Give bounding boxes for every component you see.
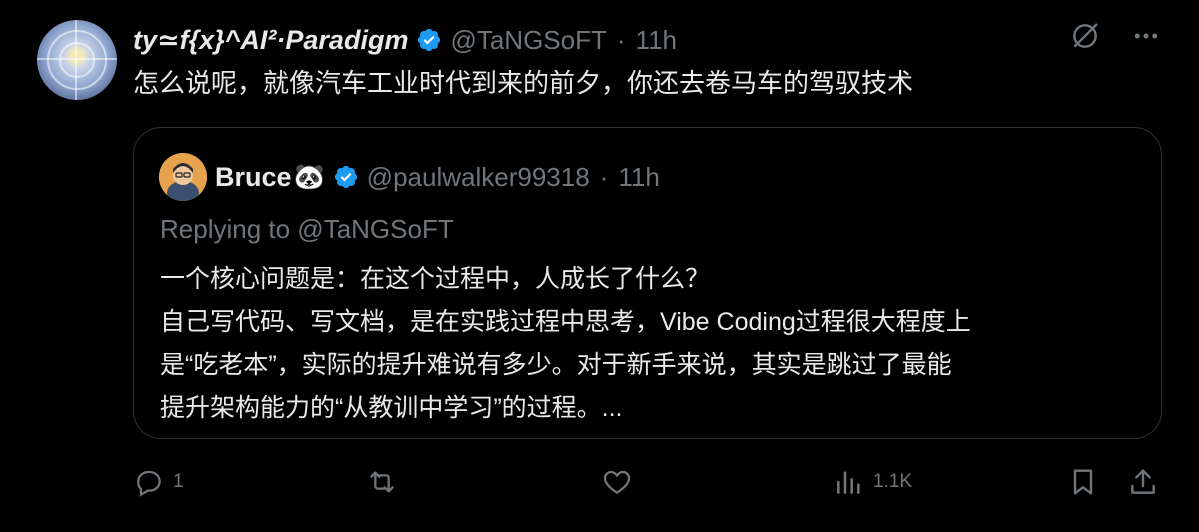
tweet-action-bar: 1 1.1K: [133, 466, 1161, 506]
reply-icon: [137, 470, 161, 497]
panda-emoji: 🐼: [293, 162, 325, 191]
like-icon: [603, 470, 631, 494]
quoted-author-avatar[interactable]: [159, 153, 207, 201]
bookmark-button[interactable]: [1067, 466, 1099, 498]
quoted-author-display-name[interactable]: Bruce: [215, 162, 292, 193]
views-button[interactable]: 1.1K: [833, 466, 912, 498]
grok-icon[interactable]: [1069, 20, 1101, 52]
quoted-text-line: 是“吃老本”，实际的提升难说有多少。对于新手来说，其实是跳过了最能: [160, 351, 952, 379]
share-icon: [1131, 469, 1155, 494]
tweet-header: ty≃f{x}^AI²·Paradigm @TaNGSoFT · 11h: [133, 22, 677, 58]
more-icon[interactable]: [1131, 21, 1161, 51]
quoted-author-handle[interactable]: @paulwalker99318: [367, 162, 590, 193]
tweet-time[interactable]: 11h: [636, 25, 677, 56]
views-icon: [837, 471, 860, 494]
author-avatar[interactable]: [37, 20, 117, 100]
author-display-name[interactable]: ty≃f{x}^AI²·Paradigm: [133, 25, 408, 56]
quoted-text-line: 自己写代码、写文档，是在实践过程中思考，Vibe Coding过程很大程度上: [160, 308, 971, 336]
separator-dot: ·: [616, 24, 626, 55]
reply-button[interactable]: 1: [133, 466, 184, 498]
quoted-tweet[interactable]: Bruce 🐼 @paulwalker99318 · 11h Replying …: [133, 127, 1162, 439]
reply-count: 1: [173, 471, 184, 492]
tweet-top-actions: [1069, 20, 1161, 52]
like-button[interactable]: [600, 466, 642, 498]
retweet-icon: [370, 471, 394, 493]
author-handle[interactable]: @TaNGSoFT: [450, 25, 606, 56]
quoted-tweet-header: Bruce 🐼 @paulwalker99318 · 11h: [215, 156, 660, 198]
separator-dot: ·: [599, 161, 609, 192]
quoted-tweet-text: 一个核心问题是：在这个过程中，人成长了什么？ 自己写代码、写文档，是在实践过程中…: [160, 258, 1150, 430]
retweet-button[interactable]: [365, 466, 407, 498]
verified-badge-icon: [333, 164, 359, 190]
share-button[interactable]: [1127, 466, 1159, 498]
quoted-text-line: 一个核心问题是：在这个过程中，人成长了什么？: [160, 265, 711, 293]
views-count: 1.1K: [873, 471, 913, 492]
bookmark-icon: [1073, 469, 1093, 495]
verified-badge-icon: [416, 27, 442, 53]
quoted-tweet-time[interactable]: 11h: [618, 162, 659, 193]
replying-to-label: Replying to @TaNGSoFT: [160, 214, 454, 244]
tweet-text: 怎么说呢，就像汽车工业时代到来的前夕，你还去卷马车的驾驭技术: [133, 68, 914, 98]
quoted-text-line: 提升架构能力的“从教训中学习”的过程。...: [160, 394, 623, 422]
